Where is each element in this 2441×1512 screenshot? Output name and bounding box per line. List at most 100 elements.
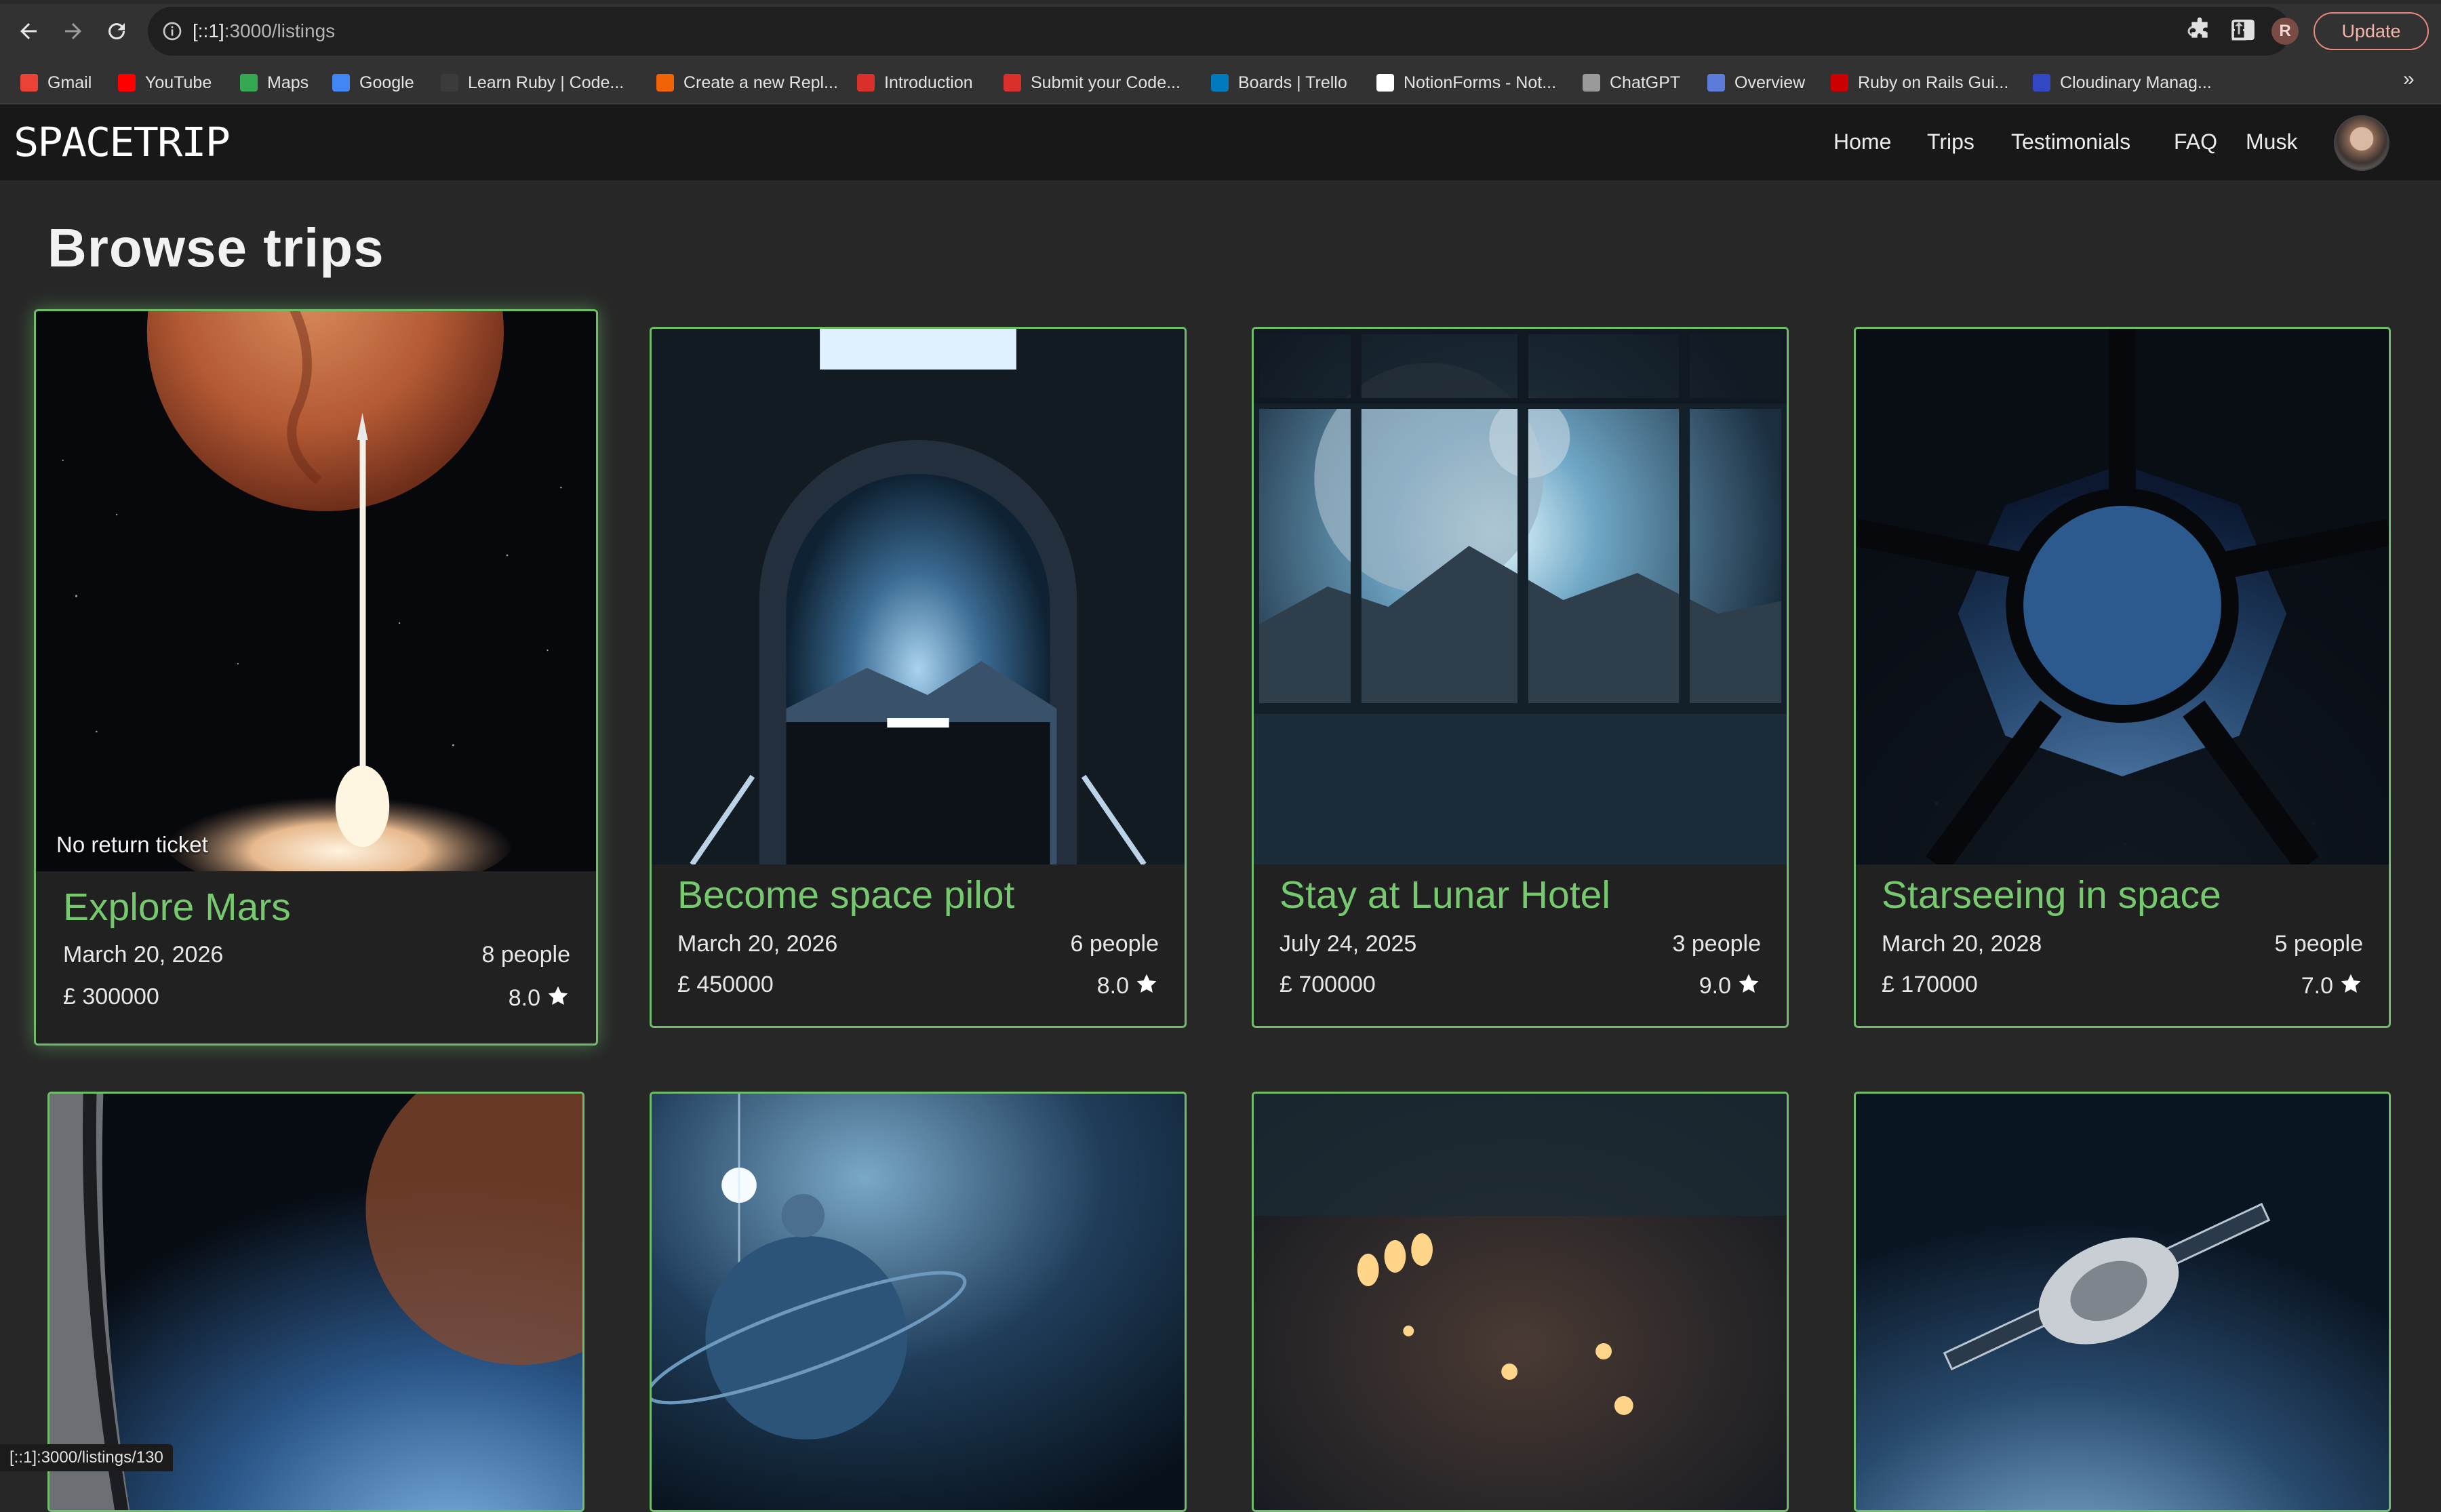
bookmarks-bar: Gmail YouTube Maps Google Learn Ruby | Code.… xyxy=(0,64,2441,102)
listing-capacity: 8 people xyxy=(481,942,570,968)
listing-rating: 9.0 xyxy=(1699,972,1761,999)
bookmark-item[interactable]: NotionForms - Not... xyxy=(1376,68,1556,98)
bookmark-label: YouTube xyxy=(145,73,212,92)
arrow-right-icon xyxy=(65,23,81,39)
star-icon xyxy=(1739,974,1759,993)
bookmark-item[interactable]: Submit your Code... xyxy=(1004,68,1180,98)
listing-date: March 20, 2028 xyxy=(1882,931,2042,957)
bookmark-item[interactable]: Boards | Trello xyxy=(1211,68,1347,98)
listing-card[interactable]: Stay at Lunar Hotel July 24, 2025 3 peop… xyxy=(1252,327,1789,1028)
back-button[interactable] xyxy=(9,12,47,50)
listing-image xyxy=(1254,1094,1787,1510)
url-text[interactable]: [::1]:3000/listings xyxy=(193,7,335,56)
bookmark-favicon-icon xyxy=(656,74,674,92)
listing-rating: 8.0 xyxy=(1097,972,1159,999)
bookmark-label: Google xyxy=(359,73,414,92)
star-icon xyxy=(1136,974,1157,993)
listing-card[interactable]: Starseeing in space March 20, 2028 5 peo… xyxy=(1854,327,2391,1028)
bookmark-label: Gmail xyxy=(47,73,92,92)
listing-badge: No return ticket xyxy=(56,832,208,857)
user-avatar[interactable] xyxy=(2334,115,2389,171)
bookmark-item[interactable]: Introduction xyxy=(857,68,973,98)
site-logo[interactable]: SPACETRIP xyxy=(14,121,231,163)
address-bar[interactable]: [::1]:3000/listings xyxy=(148,7,2293,56)
listing-image xyxy=(652,329,1185,864)
forward-button[interactable] xyxy=(54,12,92,50)
profile-avatar[interactable]: R xyxy=(2271,18,2299,45)
bookmark-favicon-icon xyxy=(20,74,38,92)
bookmark-item[interactable]: Gmail xyxy=(20,68,92,98)
bookmark-item[interactable]: Create a new Repl... xyxy=(656,68,838,98)
bookmark-item[interactable]: Cloudinary Manag... xyxy=(2033,68,2212,98)
listing-price: £ 450000 xyxy=(677,972,774,997)
bookmark-favicon-icon xyxy=(1004,74,1021,92)
bookmark-favicon-icon xyxy=(441,74,458,92)
listing-card[interactable]: No return ticket Explore Mars March 20, … xyxy=(34,309,598,1046)
reload-button[interactable] xyxy=(98,12,136,50)
bookmark-label: Boards | Trello xyxy=(1238,73,1347,92)
bookmark-label: Learn Ruby | Code... xyxy=(468,73,624,92)
bookmark-favicon-icon xyxy=(332,74,350,92)
listing-title[interactable]: Become space pilot xyxy=(677,873,1014,917)
listing-card[interactable]: Become space pilot March 20, 2026 6 peop… xyxy=(650,327,1187,1028)
bookmark-label: Overview xyxy=(1734,73,1806,92)
nav-link-home[interactable]: Home xyxy=(1833,125,1891,159)
extensions-puzzle-icon[interactable] xyxy=(2186,16,2213,43)
listing-image xyxy=(652,1094,1185,1510)
listing-capacity: 3 people xyxy=(1672,931,1761,957)
listing-image xyxy=(36,311,596,871)
bookmark-label: Introduction xyxy=(884,73,973,92)
url-path: :3000/listings xyxy=(224,20,336,41)
bookmark-item[interactable]: Overview xyxy=(1707,68,1805,98)
bookmark-label: ChatGPT xyxy=(1610,73,1681,92)
listing-rating: 8.0 xyxy=(509,984,570,1012)
site-navbar: SPACETRIP Home Trips Testimonials FAQ Mu… xyxy=(0,104,2441,180)
listing-card[interactable] xyxy=(1854,1092,2391,1512)
nav-link-faq[interactable]: FAQ xyxy=(2174,125,2217,159)
bookmark-label: Maps xyxy=(267,73,309,92)
bookmark-favicon-icon xyxy=(118,74,136,92)
listing-image xyxy=(1254,329,1787,864)
star-icon xyxy=(548,986,568,1006)
nav-link-testimonials[interactable]: Testimonials xyxy=(2011,125,2130,159)
listing-image xyxy=(1856,1094,2389,1510)
bookmark-favicon-icon xyxy=(2033,74,2050,92)
listing-title[interactable]: Stay at Lunar Hotel xyxy=(1279,873,1610,917)
listing-date: July 24, 2025 xyxy=(1279,931,1417,957)
bookmark-item[interactable]: ChatGPT xyxy=(1583,68,1680,98)
bookmark-item[interactable]: YouTube xyxy=(118,68,212,98)
nav-link-user[interactable]: Musk xyxy=(2246,125,2297,159)
listing-title[interactable]: Explore Mars xyxy=(63,885,291,930)
bookmark-label: NotionForms - Not... xyxy=(1404,73,1557,92)
browser-toolbar: [::1]:3000/listings R Update Gmail YouTub… xyxy=(0,0,2441,103)
listing-card[interactable] xyxy=(1252,1092,1789,1512)
star-icon xyxy=(2341,974,2361,993)
listing-card[interactable] xyxy=(650,1092,1187,1512)
listing-date: March 20, 2026 xyxy=(63,942,224,968)
bookmark-favicon-icon xyxy=(1583,74,1600,92)
bookmark-item[interactable]: Google xyxy=(332,68,414,98)
listing-price: £ 170000 xyxy=(1882,972,1978,997)
listing-rating-value: 8.0 xyxy=(508,985,540,1011)
update-button[interactable]: Update xyxy=(2314,12,2429,50)
listing-price: £ 700000 xyxy=(1279,972,1376,997)
bookmarks-overflow-icon[interactable]: » xyxy=(2403,68,2415,91)
arrow-left-icon xyxy=(20,23,37,39)
bookmark-item[interactable]: Learn Ruby | Code... xyxy=(441,68,624,98)
bookmark-favicon-icon xyxy=(857,74,875,92)
bookmark-favicon-icon xyxy=(1211,74,1229,92)
bookmark-favicon-icon xyxy=(240,74,258,92)
bookmark-label: Create a new Repl... xyxy=(683,73,838,92)
bookmark-favicon-icon xyxy=(1831,74,1848,92)
listing-capacity: 5 people xyxy=(2274,931,2363,957)
bookmark-label: Submit your Code... xyxy=(1031,73,1180,92)
site-info-icon[interactable] xyxy=(161,20,183,42)
nav-link-trips[interactable]: Trips xyxy=(1927,125,1974,159)
bookmark-item[interactable]: Ruby on Rails Gui... xyxy=(1831,68,2008,98)
url-host: [::1] xyxy=(193,20,224,41)
listing-date: March 20, 2026 xyxy=(677,931,838,957)
listing-title[interactable]: Starseeing in space xyxy=(1882,873,2221,917)
reload-icon xyxy=(108,23,125,40)
side-panel-icon[interactable] xyxy=(2229,16,2257,43)
bookmark-item[interactable]: Maps xyxy=(240,68,309,98)
